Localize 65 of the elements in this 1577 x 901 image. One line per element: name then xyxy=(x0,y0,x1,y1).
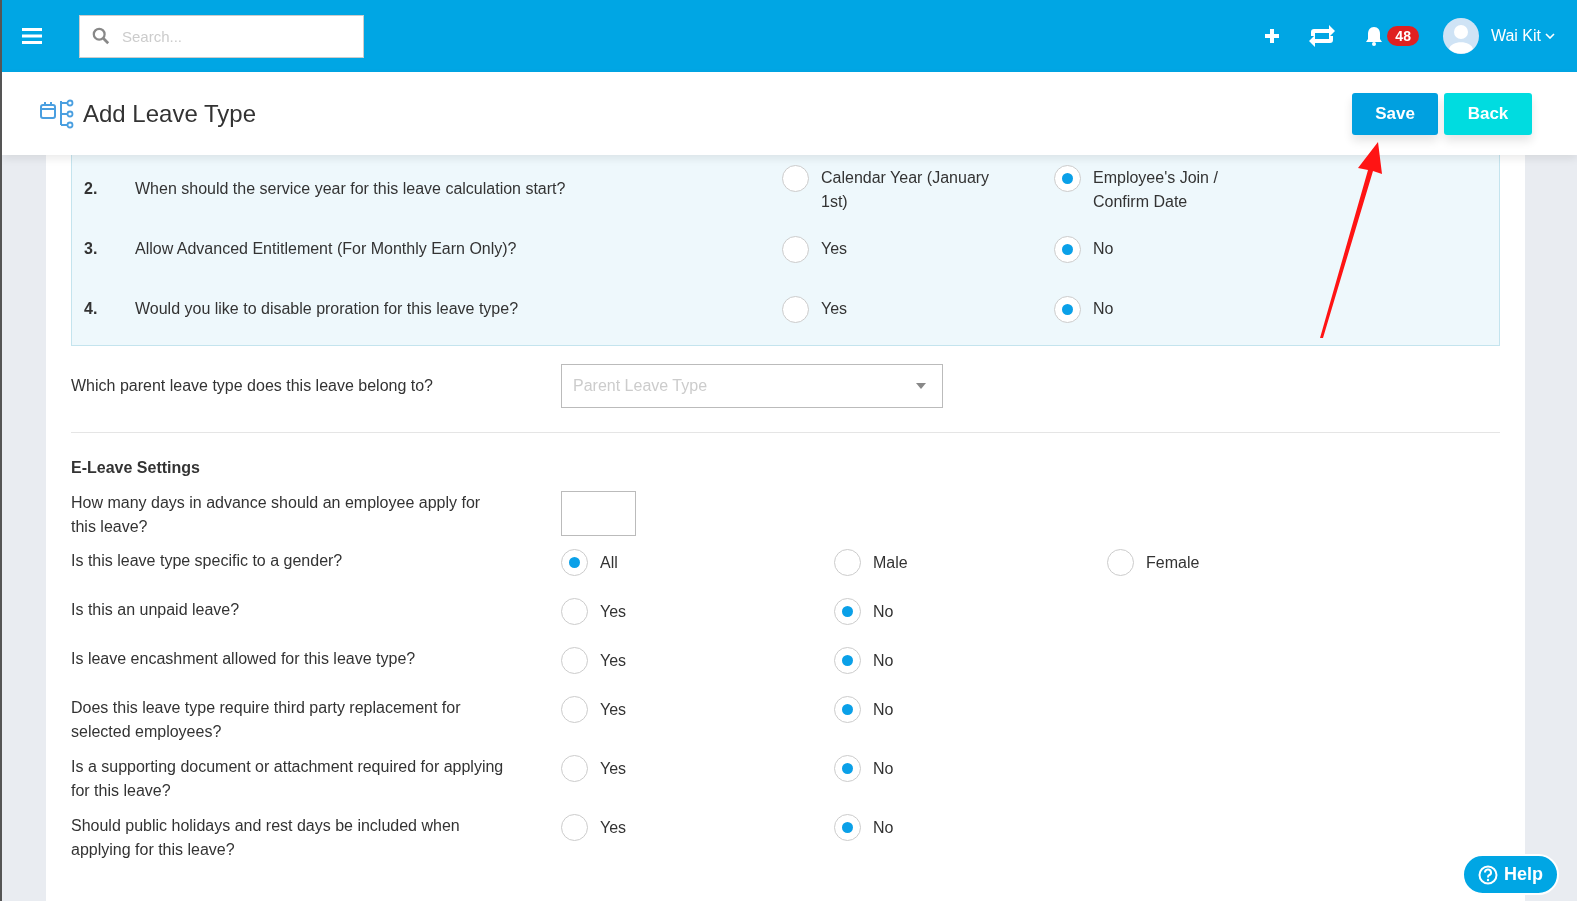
question-number: 3. xyxy=(84,240,99,258)
radio-button[interactable] xyxy=(1054,235,1081,263)
question-label: When should the service year for this leave calculation start? xyxy=(135,180,567,198)
chevron-down-icon[interactable] xyxy=(1545,33,1555,39)
option-label[interactable]: No xyxy=(1093,295,1114,321)
radio-button[interactable] xyxy=(561,696,588,723)
plus-icon[interactable] xyxy=(1265,29,1280,43)
option-label[interactable]: Yes xyxy=(600,756,627,781)
calendar-tree-icon xyxy=(40,98,74,129)
radio-button[interactable] xyxy=(1054,295,1081,323)
option-label[interactable]: Female xyxy=(1146,550,1200,575)
days-input[interactable] xyxy=(561,491,636,536)
question-label: Is a supporting document or attachment required for applying for this leave? xyxy=(71,757,505,801)
question-label: Is this an unpaid leave? xyxy=(71,600,241,620)
radio-button[interactable] xyxy=(834,814,861,841)
radio-button[interactable] xyxy=(561,814,588,841)
question-label: Is leave encashment allowed for this leave type? xyxy=(71,649,417,669)
radio-button[interactable] xyxy=(834,598,861,625)
option-label[interactable]: Yes xyxy=(821,295,848,321)
option-label[interactable]: No xyxy=(873,648,894,673)
question-label: Which parent leave type does this leave belong to? xyxy=(71,376,434,396)
radio-button[interactable] xyxy=(561,755,588,782)
question-icon xyxy=(1478,864,1498,885)
radio-button[interactable] xyxy=(561,598,588,625)
option-label[interactable]: No xyxy=(873,815,894,840)
option-label[interactable]: No xyxy=(1093,235,1114,261)
sync-icon[interactable] xyxy=(1307,23,1338,49)
question-number: 4. xyxy=(84,300,99,318)
option-label[interactable]: Male xyxy=(873,550,908,575)
option-label[interactable]: Yes xyxy=(600,599,627,624)
radio-button[interactable] xyxy=(782,235,809,263)
question-label: Is this leave type specific to a gender? xyxy=(71,551,344,571)
question-number: 2. xyxy=(84,180,99,198)
bell-icon[interactable] xyxy=(1365,26,1384,46)
option-label[interactable]: All xyxy=(600,550,618,575)
notification-badge: 48 xyxy=(1387,26,1419,46)
radio-button[interactable] xyxy=(834,696,861,723)
option-label[interactable]: Yes xyxy=(600,697,627,722)
option-label[interactable]: Yes xyxy=(821,235,848,261)
option-label[interactable]: Employee's Join / Confirm Date xyxy=(1093,164,1273,214)
option-label[interactable]: No xyxy=(873,697,894,722)
question-label: Should public holidays and rest days be included when applying for this leave? xyxy=(71,816,461,860)
section-heading: E-Leave Settings xyxy=(71,458,201,478)
radio-button[interactable] xyxy=(1107,549,1134,576)
avatar-icon[interactable] xyxy=(1442,18,1479,54)
radio-button[interactable] xyxy=(1054,164,1081,192)
page-title: Add Leave Type xyxy=(83,99,257,128)
question-label: Would you like to disable proration for this leave type? xyxy=(135,300,520,318)
radio-button[interactable] xyxy=(561,647,588,674)
question-label: How many days in advance should an employee apply for this leave? xyxy=(71,493,482,537)
question-label: Does this leave type require third party replacement for selected employees? xyxy=(71,698,462,742)
option-label[interactable]: No xyxy=(873,756,894,781)
option-label[interactable]: Calendar Year (January 1st) xyxy=(821,164,1001,214)
radio-button[interactable] xyxy=(782,164,809,192)
option-label[interactable]: Yes xyxy=(600,815,627,840)
question-label: Allow Advanced Entitlement (For Monthly Earn Only)? xyxy=(135,240,518,258)
radio-button[interactable] xyxy=(834,647,861,674)
radio-button[interactable] xyxy=(834,549,861,576)
option-label[interactable]: Yes xyxy=(600,648,627,673)
caret-icon xyxy=(916,383,926,389)
option-label[interactable]: No xyxy=(873,599,894,624)
radio-button[interactable] xyxy=(782,295,809,323)
menu-icon[interactable] xyxy=(22,28,42,44)
radio-button[interactable] xyxy=(561,549,588,576)
radio-button[interactable] xyxy=(834,755,861,782)
